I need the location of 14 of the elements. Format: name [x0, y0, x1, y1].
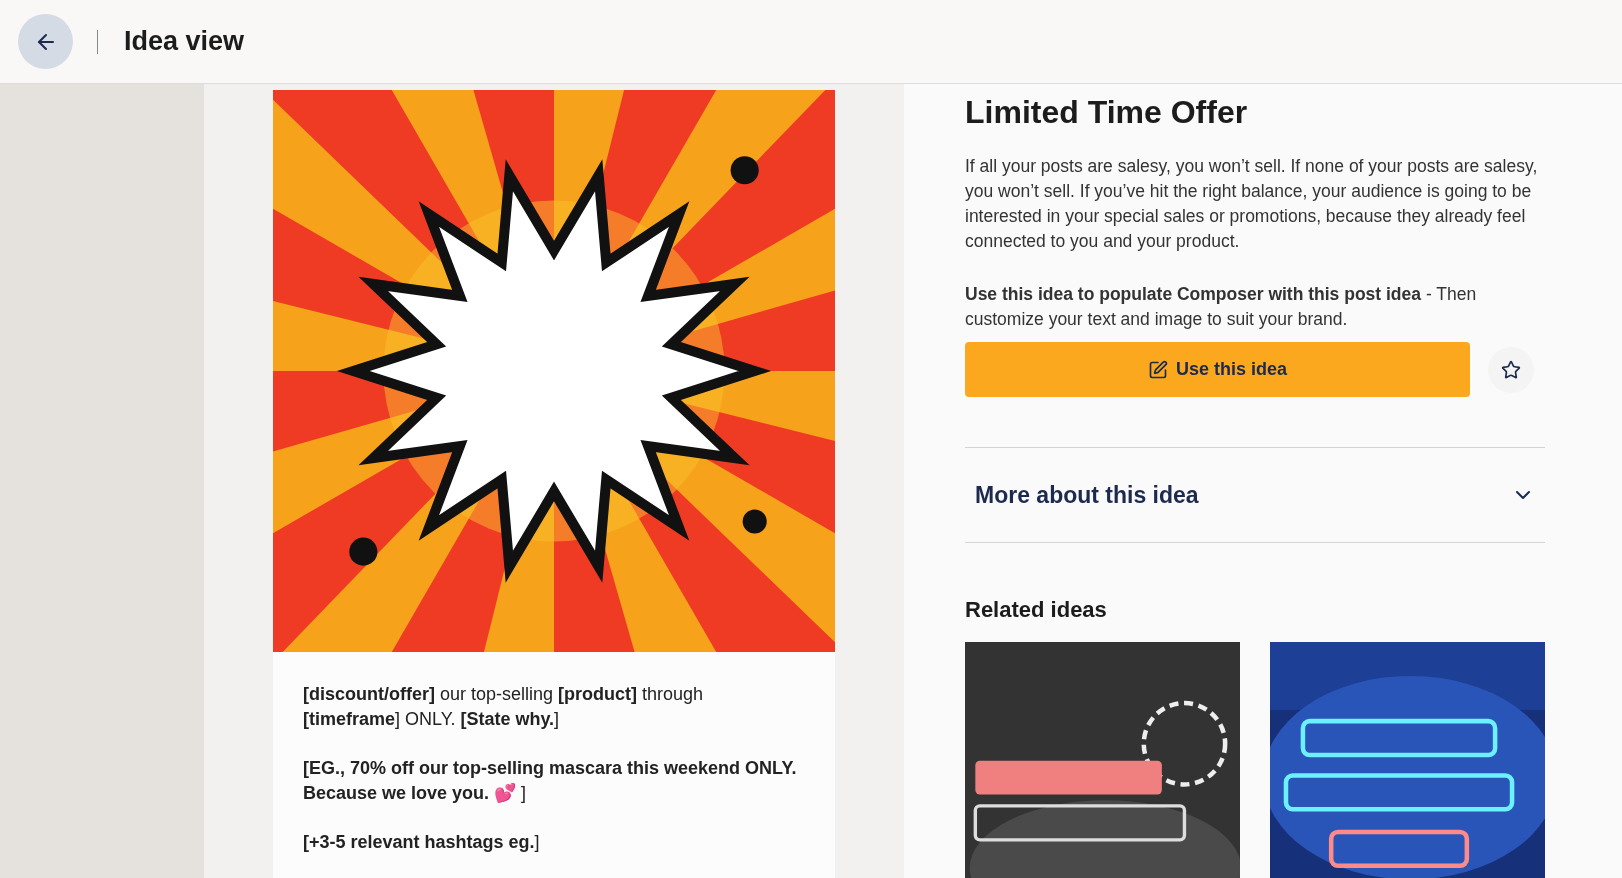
post-text: [discount/offer] our top-selling [product] through [timeframe] ONLY. [State why.]: [303, 683, 705, 731]
related-title: Related ideas: [965, 596, 1108, 624]
post-text: [+3-5 relevant hashtags eg.]: [303, 831, 541, 854]
edit-icon: [1147, 359, 1168, 380]
favorite-button[interactable]: [1488, 346, 1534, 393]
page-title: Idea view: [124, 25, 245, 59]
back-button[interactable]: [18, 14, 73, 69]
use-idea-button[interactable]: Use this idea: [965, 342, 1470, 397]
star-icon: [1501, 359, 1521, 380]
post-text: [EG., 70% off our top-selling mascara this weekend ONLY. Because we love you. 💕 ]: [303, 757, 798, 805]
idea-description: If all your posts are salesy, you won’t sell. If none of your posts are salesy, you won’t sell. If you’ve hit the right balance, your audience is going to be interested in your special sales or promotions, because they already feel connected to you and your product.: [965, 155, 1539, 253]
idea-title: Limited Time Offer: [965, 93, 1249, 132]
more-about-accordion[interactable]: More about this idea: [965, 448, 1545, 542]
instruction-text: Use this idea to populate Composer with this post idea - Then customize your text and image to suit your brand.: [965, 283, 1478, 331]
